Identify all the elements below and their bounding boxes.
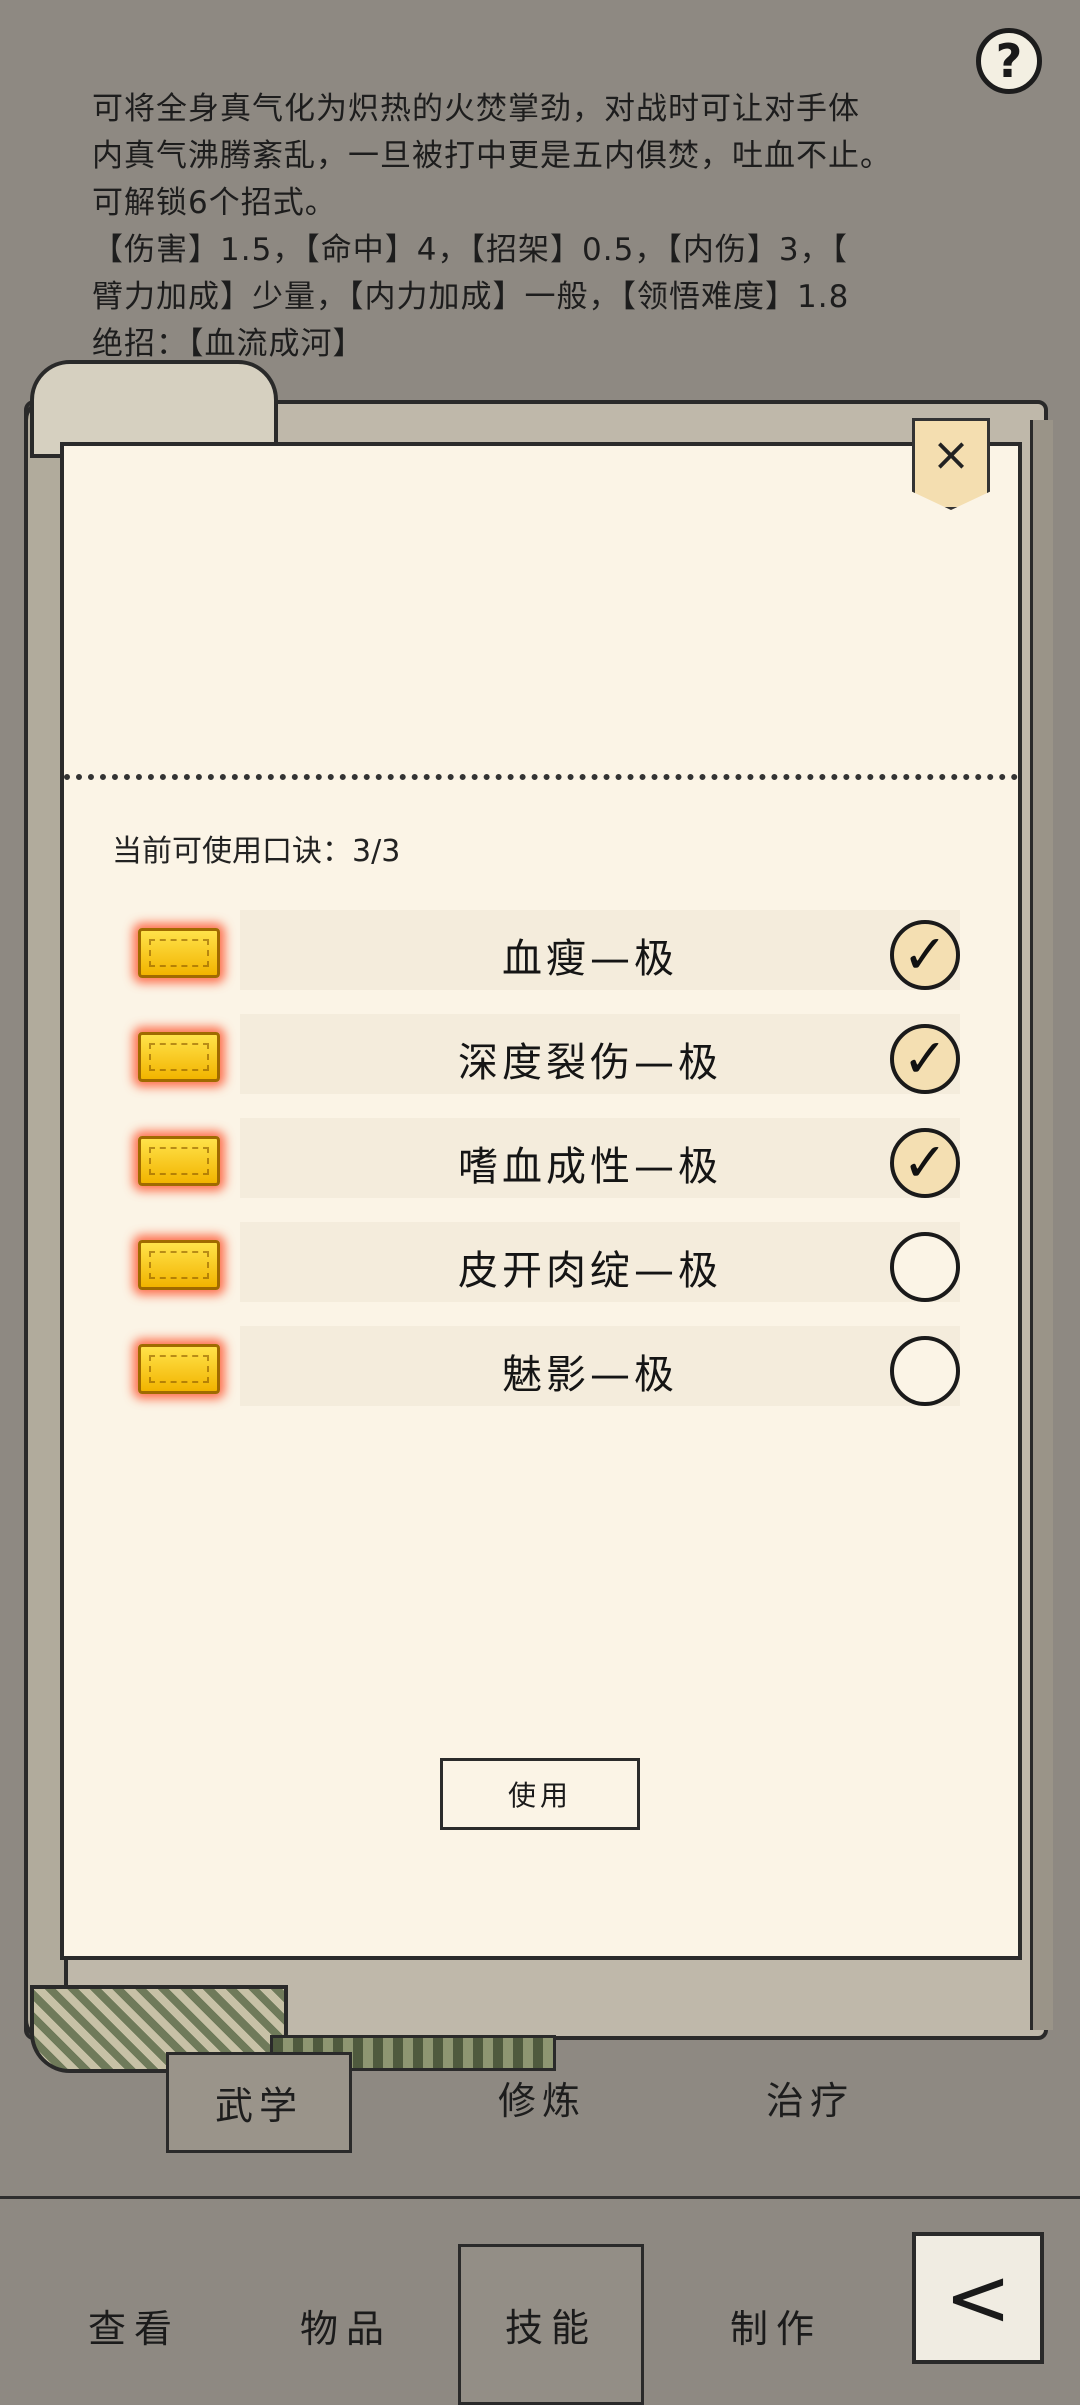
- tab-martial-arts[interactable]: 武学: [166, 2052, 353, 2153]
- check-icon[interactable]: ✓: [890, 1024, 960, 1094]
- description-line: 可将全身真气化为炽热的火焚掌劲，对战时可让对手体: [92, 91, 860, 127]
- mnemonic-label: 深度裂伤—极: [458, 1040, 722, 1086]
- mnemonic-row[interactable]: 嗜血成性—极 ✓: [120, 1114, 980, 1204]
- back-arrow-icon: <: [944, 2251, 1012, 2344]
- gold-token-icon: [138, 1136, 220, 1186]
- description-line: 臂力加成】少量，【内力加成】一般，【领悟难度】1.8: [92, 279, 850, 315]
- bottom-nav: 查看 物品 技能 制作 <: [0, 2200, 1080, 2405]
- nav-view[interactable]: 查看: [88, 2298, 180, 2353]
- tab-cultivation[interactable]: 修炼: [498, 2070, 586, 2125]
- nav-skills[interactable]: 技能: [458, 2244, 645, 2405]
- mnemonic-label: 皮开肉绽—极: [458, 1248, 722, 1294]
- use-button[interactable]: 使用: [440, 1758, 640, 1830]
- dotted-divider: [64, 774, 1018, 780]
- description-line: 内真气沸腾紊乱，一旦被打中更是五内俱焚，吐血不止。: [92, 138, 892, 174]
- description-line: 可解锁6个招式。: [92, 185, 337, 221]
- divider: [0, 2196, 1080, 2199]
- nav-items[interactable]: 物品: [300, 2298, 392, 2353]
- gold-token-icon: [138, 1240, 220, 1290]
- unchecked-circle-icon[interactable]: [890, 1232, 960, 1302]
- mnemonic-row[interactable]: 皮开肉绽—极: [120, 1218, 980, 1308]
- back-button[interactable]: <: [912, 2232, 1044, 2364]
- close-icon: ×: [931, 427, 971, 481]
- mnemonic-label: 魅影—极: [502, 1352, 678, 1398]
- mnemonic-label: 血瘦—极: [502, 936, 678, 982]
- mnemonic-row[interactable]: 血瘦—极 ✓: [120, 906, 980, 996]
- close-button[interactable]: ×: [912, 418, 990, 510]
- check-icon[interactable]: ✓: [890, 920, 960, 990]
- skill-description: 可将全身真气化为炽热的火焚掌劲，对战时可让对手体 内真气沸腾紊乱，一旦被打中更是…: [92, 86, 1012, 368]
- nav-craft[interactable]: 制作: [730, 2298, 822, 2353]
- check-icon[interactable]: ✓: [890, 1128, 960, 1198]
- question-icon: ?: [995, 34, 1023, 88]
- gold-token-icon: [138, 928, 220, 978]
- mnemonic-row[interactable]: 魅影—极: [120, 1322, 980, 1412]
- description-line: 【伤害】1.5，【命中】4，【招架】0.5，【内伤】3，【: [92, 232, 849, 268]
- mnemonic-row[interactable]: 深度裂伤—极 ✓: [120, 1010, 980, 1100]
- gold-token-icon: [138, 1344, 220, 1394]
- gold-token-icon: [138, 1032, 220, 1082]
- unchecked-circle-icon[interactable]: [890, 1336, 960, 1406]
- mnemonic-label: 嗜血成性—极: [458, 1144, 722, 1190]
- scroll-edge: [1030, 420, 1053, 2030]
- mnemonic-count: 当前可使用口诀：3/3: [112, 834, 401, 869]
- tab-healing[interactable]: 治疗: [766, 2070, 854, 2125]
- sub-tabs: 武学 修炼 治疗: [0, 2040, 1080, 2160]
- help-button[interactable]: ?: [976, 28, 1042, 94]
